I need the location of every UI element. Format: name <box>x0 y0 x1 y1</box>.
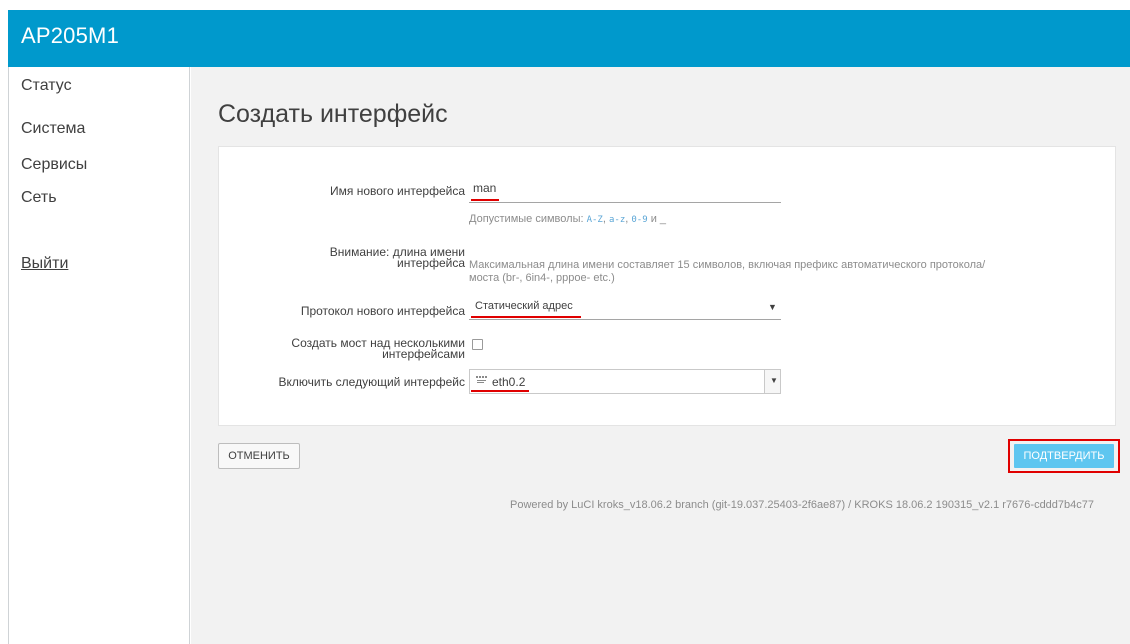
form-card: Имя нового интерфейса man Допустимые сим… <box>218 146 1116 426</box>
bridge-label-line2: интерфейсами <box>382 347 465 361</box>
name-hint-lower: a-z <box>608 215 626 225</box>
sidebar: Статус Система Сервисы Сеть Выйти <box>8 67 190 644</box>
confirm-button[interactable]: ПОДТВЕРДИТЬ <box>1014 444 1114 468</box>
select-arrow[interactable]: ▼ <box>764 370 780 393</box>
bridge-checkbox[interactable] <box>472 339 483 350</box>
include-annotation-underline <box>471 390 529 392</box>
include-interface-value: eth0.2 <box>492 375 526 389</box>
name-input[interactable] <box>469 202 781 203</box>
chevron-down-icon: ▼ <box>770 376 778 385</box>
sidebar-item-services[interactable]: Сервисы <box>21 156 87 174</box>
app-window: AP205M1 Статус Система Сервисы Сеть Выйт… <box>0 0 1130 644</box>
name-hint-upper: A-Z <box>586 215 603 225</box>
sidebar-item-network[interactable]: Сеть <box>21 189 57 207</box>
sidebar-item-system[interactable]: Система <box>21 120 85 138</box>
name-label: Имя нового интерфейса <box>329 184 465 198</box>
name-input-value[interactable]: man <box>473 181 496 195</box>
name-hint: Допустимые символы: A-Z, a-z, 0-9 и _ <box>469 213 666 227</box>
main-content: Создать интерфейс Имя нового интерфейса … <box>191 67 1130 644</box>
name-hint-digits: 0-9 <box>631 215 648 225</box>
warning-label-line2: интерфейса <box>397 256 465 270</box>
name-hint-underscore: _ <box>659 213 667 225</box>
sidebar-item-status[interactable]: Статус <box>21 77 72 95</box>
header-bar: AP205M1 <box>8 10 1130 67</box>
include-label: Включить следующий интерфейс <box>278 375 465 389</box>
brand-title[interactable]: AP205M1 <box>21 23 119 49</box>
name-hint-and: и <box>647 213 660 225</box>
warning-text-line1: Максимальная длина имени составляет 15 с… <box>469 259 986 271</box>
chevron-down-icon[interactable]: ▼ <box>768 302 777 312</box>
protocol-select-value[interactable]: Статический адрес <box>475 300 573 312</box>
protocol-label: Протокол нового интерфейса <box>300 304 465 318</box>
protocol-select[interactable] <box>469 319 781 320</box>
ethernet-port-icon <box>476 376 487 383</box>
cancel-button[interactable]: ОТМЕНИТЬ <box>218 443 300 469</box>
name-hint-prefix: Допустимые символы: <box>469 213 587 225</box>
name-annotation-underline <box>471 199 499 201</box>
logout-link[interactable]: Выйти <box>21 255 68 273</box>
footer-text: Powered by LuCI kroks_v18.06.2 branch (g… <box>510 499 1095 511</box>
warning-text-line2: моста (br-, 6in4-, pppoe- etc.) <box>469 272 615 284</box>
page-title: Создать интерфейс <box>218 100 448 128</box>
protocol-annotation-underline <box>471 316 581 318</box>
